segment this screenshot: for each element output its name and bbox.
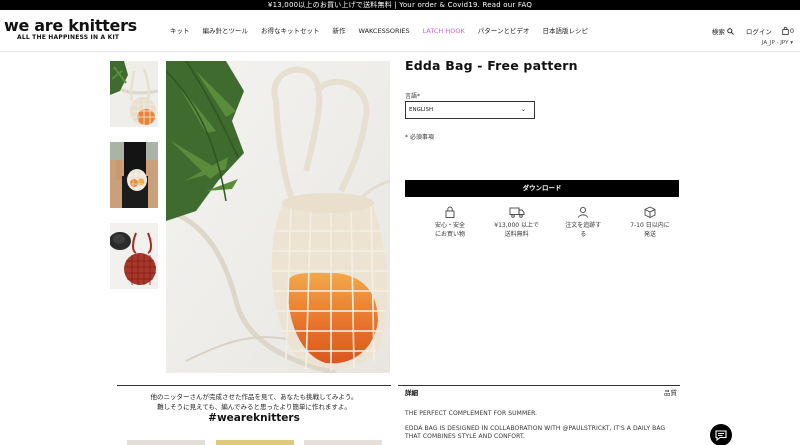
feature-dispatch-time: 7-10 日以内に 発送: [625, 206, 675, 239]
search-link[interactable]: 検索: [712, 26, 734, 36]
thumbnail-3[interactable]: [110, 223, 158, 289]
language-select[interactable]: ENGLISH ⌄: [405, 101, 535, 119]
nav-item-latch-hook[interactable]: LATCH HOOK: [423, 25, 465, 37]
language-select-value: ENGLISH: [409, 107, 434, 113]
logo[interactable]: we are knitters: [4, 16, 137, 35]
login-link[interactable]: ログイン: [746, 26, 772, 36]
language-label: 言語*: [405, 93, 421, 100]
search-icon: [727, 27, 734, 35]
promo-line: 難しそうに見えても、編んでみると思ったより簡単に作れますよ。: [157, 403, 351, 411]
chat-button[interactable]: [710, 424, 732, 445]
lock-icon: [445, 206, 455, 218]
truck-icon: [509, 207, 525, 218]
announcement-bar[interactable]: ¥13,000以上のお買い上げで送料無料 | Your order & Covi…: [0, 0, 800, 10]
nav-item-wakcessories[interactable]: WAKCESSORIES: [359, 25, 410, 37]
logo-tagline: ALL THE HAPPINESS IN A KIT: [17, 34, 120, 41]
feature-text: 安心・安全 にお買い物: [434, 222, 465, 238]
details-body: THE PERFECT COMPLEMENT FOR SUMMER. EDDA …: [398, 410, 680, 441]
tab-details[interactable]: 詳細: [405, 386, 418, 400]
details-tabs: 詳細 品質: [398, 386, 680, 400]
nav-item-japanese-recipes[interactable]: 日本語版レシピ: [542, 25, 588, 37]
main-nav: キット 編み針とツール お得なキットセット 新作 WAKCESSORIES LA…: [170, 25, 601, 37]
community-photo[interactable]: [127, 440, 205, 445]
feature-free-shipping: ¥13,000 以上で 送料無料: [492, 206, 542, 239]
promo-line: 他のニッターさんが完成させた作品を見て、あなたも挑戦してみよう。: [150, 393, 358, 401]
feature-secure-shopping: 安心・安全 にお買い物: [425, 206, 475, 239]
search-label: 検索: [711, 28, 725, 36]
feature-text: ¥13,000 以上で 送料無料: [494, 222, 540, 238]
locale-selector[interactable]: JA_JP - JPY ▾: [762, 40, 793, 46]
details-paragraph: THE PERFECT COMPLEMENT FOR SUMMER.: [405, 410, 538, 417]
product-title: Edda Bag - Free pattern: [405, 58, 578, 73]
cart-link[interactable]: 0: [780, 27, 794, 35]
cart-count: 0: [789, 27, 794, 35]
details-paragraph: EDDA BAG IS DESIGNED IN COLLABORATION WI…: [405, 425, 666, 440]
required-fields-note: * 必須事項: [405, 134, 434, 141]
community-photo[interactable]: [215, 440, 294, 445]
download-button[interactable]: ダウンロード: [405, 180, 679, 197]
nav-item-needles-tools[interactable]: 編み針とツール: [203, 25, 249, 37]
community-promo: 他のニッターさんが完成させた作品を見て、あなたも挑戦してみよう。 難しそうに見え…: [117, 392, 391, 423]
community-photo-strip: [127, 440, 382, 445]
bag-icon: [782, 27, 789, 35]
feature-list: 安心・安全にお買い物 ¥13,000 以上で送料無料 注文を追跡する 7-1: [425, 206, 675, 239]
tab-quality[interactable]: 品質: [664, 386, 677, 400]
site-header: we are knitters ALL THE HAPPINESS IN A K…: [0, 10, 800, 52]
product-panel: Edda Bag - Free pattern 言語* ENGLISH ⌄ * …: [405, 58, 680, 238]
thumbnail-gallery: [110, 61, 158, 304]
hashtag-link[interactable]: #weareknitters: [117, 413, 391, 424]
community-section: 他のニッターさんが完成させた作品を見て、あなたも挑戦してみよう。 難しそうに見え…: [117, 385, 391, 445]
feature-text: 7-10 日以内に 発送: [630, 222, 670, 238]
community-photo[interactable]: [304, 440, 382, 445]
user-icon: [578, 206, 589, 218]
box-icon: [644, 206, 656, 218]
header-actions: 検索 ログイン 0: [712, 26, 794, 36]
chat-icon: [715, 429, 727, 441]
nav-item-new[interactable]: 新作: [333, 25, 346, 37]
nav-item-kits[interactable]: キット: [170, 25, 190, 37]
main-product-photo[interactable]: [166, 61, 390, 373]
feature-text: 注文を追跡する: [565, 222, 602, 238]
thumbnail-2[interactable]: [110, 142, 158, 208]
details-section: 詳細 品質 THE PERFECT COMPLEMENT FOR SUMMER.…: [398, 385, 680, 441]
chevron-down-icon: ⌄: [520, 106, 526, 113]
thumbnail-1[interactable]: [110, 61, 158, 127]
nav-item-patterns-videos[interactable]: パターンとビデオ: [478, 25, 530, 37]
feature-order-tracking: 注文を追跡する: [558, 206, 608, 239]
nav-item-kit-sets[interactable]: お得なキットセット: [261, 25, 320, 37]
